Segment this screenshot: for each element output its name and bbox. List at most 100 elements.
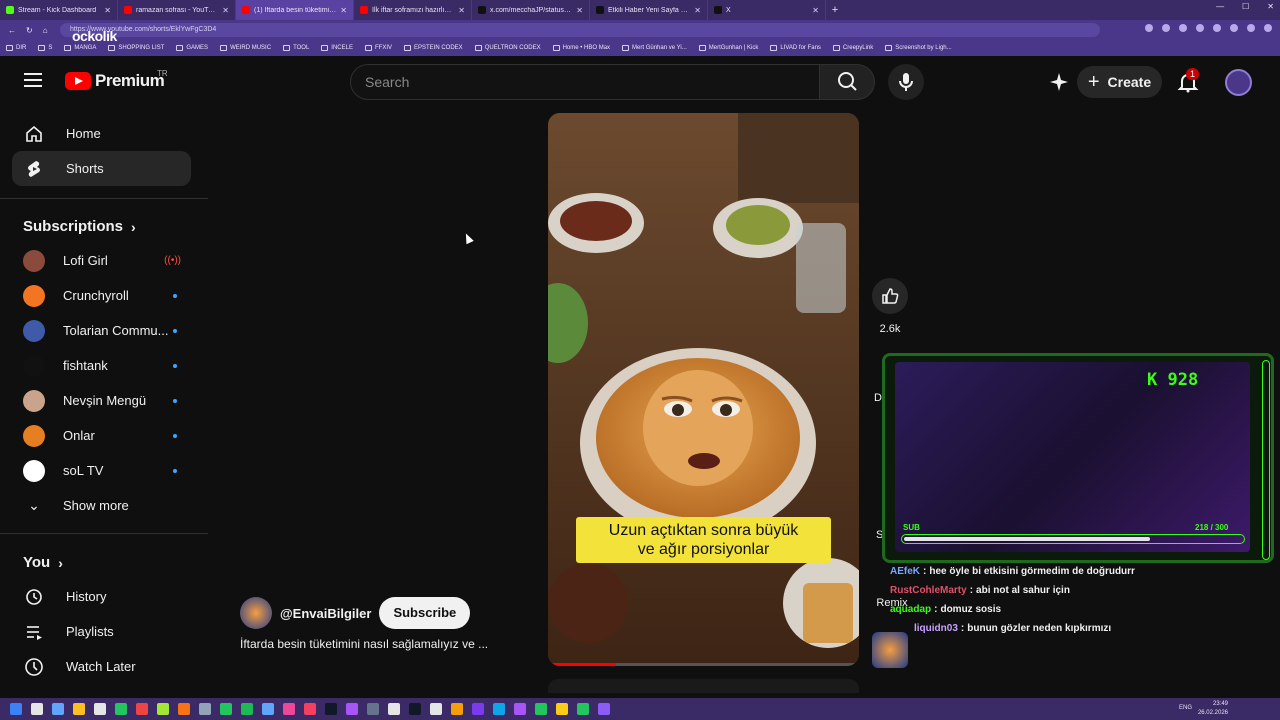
taskbar-app-icon[interactable] [73, 703, 85, 715]
bookmark-item[interactable]: QUELTRON CODEX [474, 45, 541, 51]
next-short-preview[interactable] [548, 679, 859, 693]
show-more-button[interactable]: ⌄ Show more [12, 488, 191, 523]
sidebar-subscription-item[interactable]: Nevşin Mengü [12, 383, 191, 418]
extension-icon[interactable] [1247, 24, 1255, 32]
subscribe-button[interactable]: Subscribe [379, 597, 471, 629]
sidebar-item-watch-later[interactable]: Watch Later [12, 649, 191, 684]
bookmark-item[interactable]: INCELE [321, 45, 353, 51]
taskbar-app-icon[interactable] [577, 703, 589, 715]
taskbar-app-icon[interactable] [535, 703, 547, 715]
close-window-icon[interactable]: ✕ [1267, 2, 1274, 11]
taskbar-app-icon[interactable] [52, 703, 64, 715]
extension-icon[interactable] [1230, 24, 1238, 32]
taskbar-app-icon[interactable] [472, 703, 484, 715]
browser-tab-active[interactable]: (1) İftarda besin tüketimini na ✕ [236, 0, 354, 20]
extension-icon[interactable] [1162, 24, 1170, 32]
taskbar-app-icon[interactable] [136, 703, 148, 715]
taskbar-app-icon[interactable] [157, 703, 169, 715]
language-indicator[interactable]: ENG [1179, 705, 1192, 711]
subscriptions-heading[interactable]: Subscriptions › [23, 218, 136, 235]
taskbar-app-icon[interactable] [325, 703, 337, 715]
extension-icon[interactable] [1213, 24, 1221, 32]
close-tab-icon[interactable]: ✕ [576, 6, 583, 15]
browser-tab[interactable]: İlk iftar soframızı hazırlıyoruz 🍅✕ [354, 0, 472, 20]
taskbar-app-icon[interactable] [598, 703, 610, 715]
sidebar-item-home[interactable]: Home [12, 116, 191, 151]
close-tab-icon[interactable]: ✕ [222, 6, 229, 15]
like-button[interactable] [872, 278, 908, 314]
sidebar-subscription-item[interactable]: soL TV [12, 453, 191, 488]
taskbar-app-icon[interactable] [31, 703, 43, 715]
taskbar-app-icon[interactable] [409, 703, 421, 715]
extension-icon[interactable] [1196, 24, 1204, 32]
taskbar-app-icon[interactable] [556, 703, 568, 715]
you-heading[interactable]: You › [23, 554, 63, 571]
taskbar-app-icon[interactable] [388, 703, 400, 715]
video-progress-bar[interactable] [548, 663, 859, 666]
bookmark-item[interactable]: EPSTEIN CODEX [404, 45, 463, 51]
minimize-icon[interactable]: — [1216, 2, 1224, 11]
address-bar[interactable]: https://www.youtube.com/shorts/EklYwFgC3… [60, 23, 1100, 37]
taskbar-app-icon[interactable] [115, 703, 127, 715]
taskbar-app-icon[interactable] [367, 703, 379, 715]
channel-avatar[interactable] [240, 597, 272, 629]
close-tab-icon[interactable]: ✕ [694, 6, 701, 15]
taskbar-app-icon[interactable] [199, 703, 211, 715]
sidebar-subscription-item[interactable]: Crunchyroll [12, 278, 191, 313]
bookmark-item[interactable]: Mert Günhan ve Yi... [622, 45, 687, 51]
bookmark-item[interactable]: S [38, 45, 52, 51]
bookmark-item[interactable]: Home • HBO Max [552, 45, 610, 51]
browser-tab[interactable]: Stream - Kick Dashboard ✕ [0, 0, 118, 20]
taskbar-app-icon[interactable] [220, 703, 232, 715]
browser-tab[interactable]: x.com/mecchaJP/status/2027020✕ [472, 0, 590, 20]
sidebar-subscription-item[interactable]: Lofi Girl ((•)) [12, 243, 191, 278]
extension-icon[interactable] [1145, 24, 1153, 32]
short-video-player[interactable]: Uzun açtıktan sonra büyük ve ağır porsiy… [548, 113, 859, 666]
voice-search-button[interactable] [888, 64, 924, 100]
bookmark-item[interactable]: DIR [6, 45, 26, 51]
channel-name[interactable]: @EnvaiBilgiler [280, 606, 371, 621]
bookmark-item[interactable]: GAMES [176, 45, 208, 51]
create-button[interactable]: + Create [1077, 66, 1162, 98]
taskbar-app-icon[interactable] [493, 703, 505, 715]
sidebar-subscription-item[interactable]: Onlar [12, 418, 191, 453]
sidebar-item-history[interactable]: History [12, 579, 191, 614]
close-tab-icon[interactable]: ✕ [812, 6, 819, 15]
browser-tab[interactable]: ramazan sofrası - YouTube ✕ [118, 0, 236, 20]
taskbar-app-icon[interactable] [304, 703, 316, 715]
taskbar-app-icon[interactable] [10, 703, 22, 715]
sidebar-item-playlists[interactable]: Playlists [12, 614, 191, 649]
sidebar-subscription-item[interactable]: Tolarian Commu... [12, 313, 191, 348]
search-input[interactable]: Search [350, 64, 820, 100]
taskbar-app-icon[interactable] [94, 703, 106, 715]
bookmark-item[interactable]: SHOPPING LIST [108, 45, 164, 51]
youtube-logo[interactable]: Premium [65, 71, 165, 91]
extension-icon[interactable] [1179, 24, 1187, 32]
maximize-icon[interactable]: ☐ [1242, 2, 1249, 11]
taskbar-app-icon[interactable] [241, 703, 253, 715]
bookmark-item[interactable]: WEIRD MUSIC [220, 45, 271, 51]
back-icon[interactable]: ← [8, 26, 16, 35]
reload-icon[interactable]: ↻ [26, 26, 33, 35]
close-tab-icon[interactable]: ✕ [340, 6, 347, 15]
close-tab-icon[interactable]: ✕ [458, 6, 465, 15]
bookmark-item[interactable]: Screenshot by Ligh... [885, 45, 952, 51]
bookmark-item[interactable]: MertGunhan | Kick [698, 45, 758, 51]
close-tab-icon[interactable]: ✕ [104, 6, 111, 15]
browser-tab[interactable]: X ✕ [708, 0, 826, 20]
taskbar-app-icon[interactable] [430, 703, 442, 715]
taskbar-app-icon[interactable] [262, 703, 274, 715]
taskbar-app-icon[interactable] [451, 703, 463, 715]
bookmark-item[interactable]: CreepyLink [832, 45, 873, 51]
taskbar-app-icon[interactable] [178, 703, 190, 715]
sidebar-item-shorts[interactable]: Shorts [12, 151, 191, 186]
search-button[interactable] [819, 64, 875, 100]
home-browser-icon[interactable]: ⌂ [43, 26, 48, 35]
new-tab-icon[interactable]: + [826, 4, 844, 16]
taskbar-app-icon[interactable] [514, 703, 526, 715]
taskbar-app-icon[interactable] [283, 703, 295, 715]
profile-icon[interactable] [1264, 24, 1272, 32]
menu-icon[interactable] [24, 73, 42, 87]
bookmark-item[interactable]: FFXIV [364, 45, 392, 51]
bookmark-item[interactable]: TOOL [283, 45, 309, 51]
